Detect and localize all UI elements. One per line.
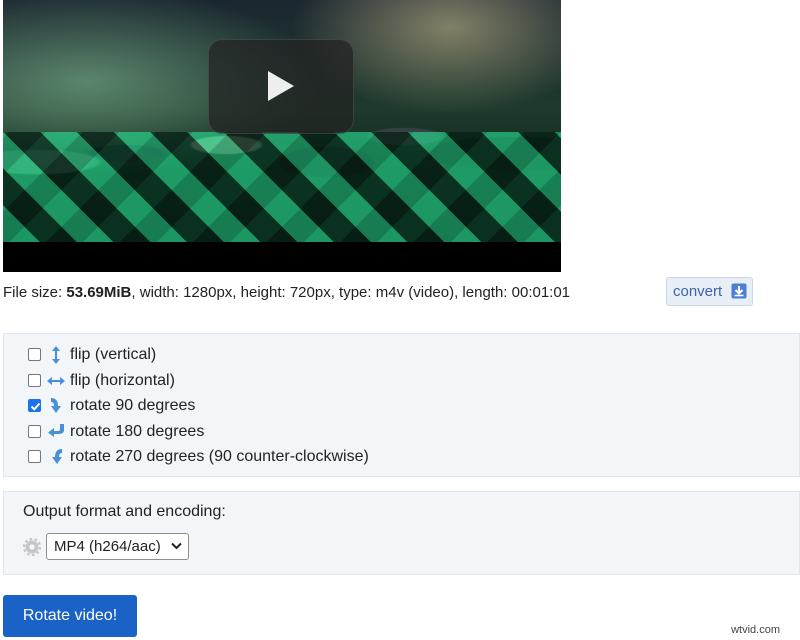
chevron-down-icon	[171, 542, 182, 550]
play-icon	[268, 71, 294, 101]
option-label: flip (horizontal)	[70, 372, 175, 389]
option-label: rotate 90 degrees	[70, 397, 196, 414]
check-icon	[30, 402, 41, 411]
file-details: , width: 1280px, height: 720px, type: m4…	[131, 284, 571, 301]
option-label: rotate 180 degrees	[70, 423, 205, 440]
dance-floor	[3, 132, 561, 242]
checkbox[interactable]	[28, 450, 41, 463]
file-size-label: File size:	[3, 284, 67, 301]
output-format-select[interactable]: MP4 (h264/aac)	[46, 533, 189, 560]
vertical-arrow-icon	[52, 346, 60, 364]
convert-label: convert	[673, 283, 723, 300]
checkbox-checked[interactable]	[28, 399, 41, 412]
watermark: wtvid.com	[731, 624, 780, 636]
option-label: rotate 270 degrees (90 counter-clockwise…	[70, 448, 369, 465]
file-info: File size: 53.69MiB, width: 1280px, heig…	[3, 283, 570, 303]
checkbox[interactable]	[28, 348, 41, 361]
transform-options-panel: flip (vertical) flip (horizontal) rotate…	[3, 333, 800, 477]
rotate-down-left-arrow-icon	[52, 449, 62, 464]
checkbox[interactable]	[28, 425, 41, 438]
convert-button[interactable]: convert	[666, 277, 753, 306]
output-format-panel: Output format and encoding: MP4 (h264/aa…	[3, 491, 800, 575]
play-button[interactable]	[208, 39, 354, 134]
download-arrow-icon	[731, 283, 747, 299]
rotate-left-arrow-icon	[48, 424, 64, 437]
rotate-down-arrow-icon	[51, 398, 61, 413]
checkbox[interactable]	[28, 374, 41, 387]
output-format-selected: MP4 (h264/aac)	[54, 538, 161, 555]
output-format-label: Output format and encoding:	[23, 503, 226, 520]
option-label: flip (vertical)	[70, 346, 157, 363]
horizontal-arrow-icon	[47, 377, 65, 385]
gear-icon	[23, 538, 41, 556]
file-size-value: 53.69MiB	[66, 284, 132, 301]
video-letterbox	[3, 242, 561, 272]
rotate-video-button[interactable]: Rotate video!	[3, 595, 137, 637]
